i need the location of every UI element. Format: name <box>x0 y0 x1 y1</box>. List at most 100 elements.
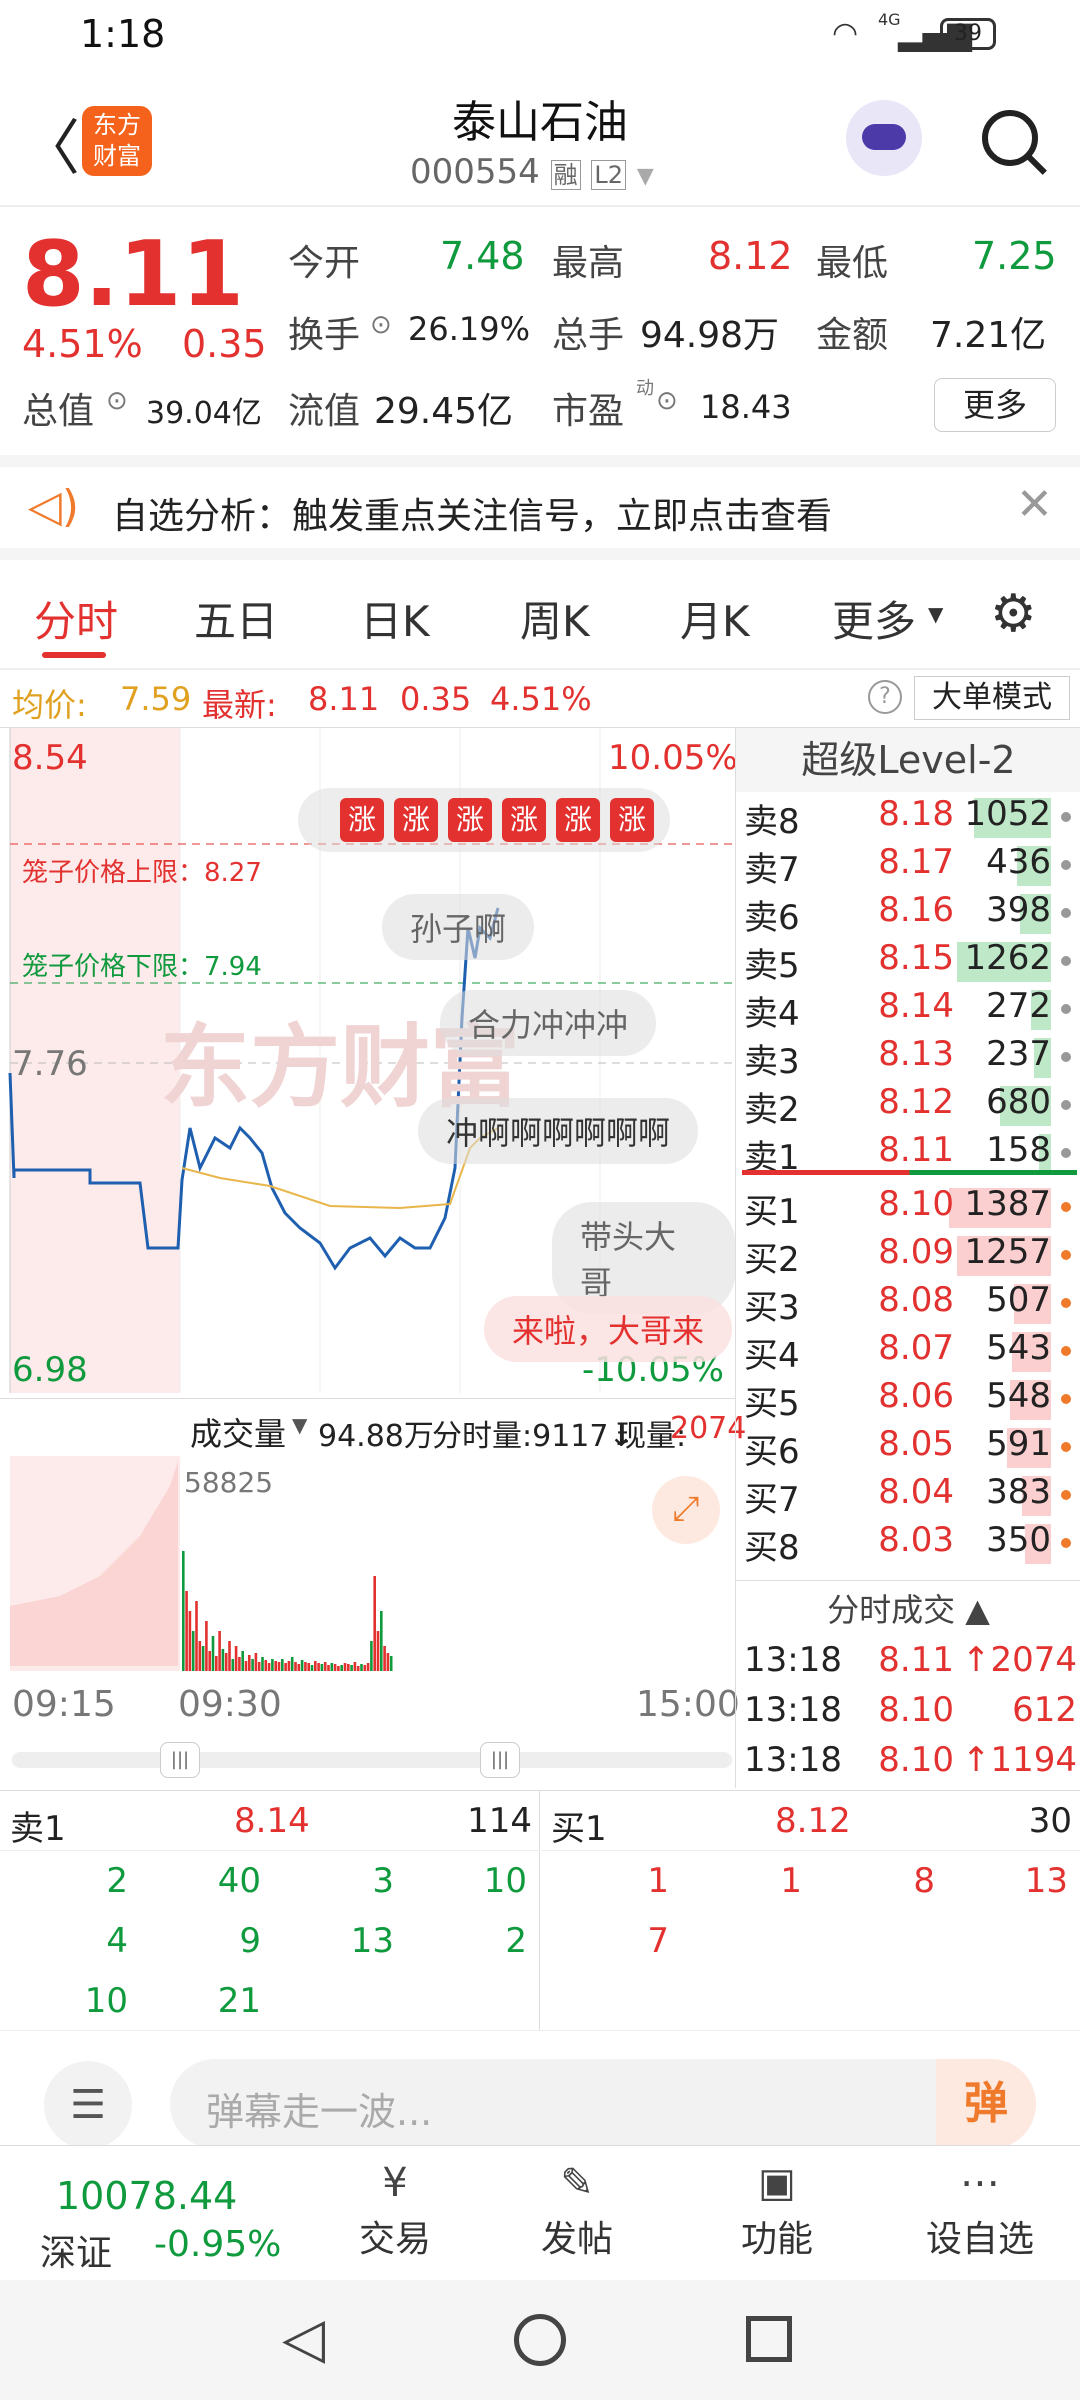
level-name: 卖4 <box>744 994 800 1034</box>
danmu-bubble: 来啦，大哥来 <box>484 1296 733 1362</box>
bid-row[interactable]: 买6 8.05 591 <box>736 1424 1080 1472</box>
function-button[interactable]: ▣ 功能 <box>712 2146 842 2281</box>
bid-row[interactable]: 买1 8.10 1387 <box>736 1184 1080 1232</box>
tab-day-k[interactable]: 日K <box>360 588 430 649</box>
level-price: 8.12 <box>878 1082 954 1122</box>
volume-bar <box>314 1661 317 1671</box>
level-volume: 158 <box>986 1130 1051 1170</box>
help-icon[interactable]: ? <box>868 680 902 714</box>
post-button[interactable]: ✎ 发帖 <box>512 2146 642 2281</box>
nav-back-icon[interactable]: ◁ <box>282 2306 325 2371</box>
volume-bar <box>191 1631 195 1671</box>
close-icon[interactable]: ✕ <box>1016 479 1053 530</box>
ask-row[interactable]: 卖7 8.17 436 <box>736 842 1080 890</box>
danmu-input[interactable]: 弹幕走一波... 弹 <box>170 2059 1036 2149</box>
index-name: 深证 <box>40 2233 113 2274</box>
pe-sup: 动 <box>636 378 654 399</box>
sell-queue-header: 卖1 8.14 114 <box>0 1791 540 1851</box>
bid-row[interactable]: 买8 8.03 350 <box>736 1520 1080 1568</box>
range-slider-handle-right[interactable]: ||| <box>480 1742 520 1778</box>
trade-row: 13:18 8.10 ↑1194 <box>736 1740 1080 1788</box>
danmu-send-button[interactable]: 弹 <box>936 2059 1036 2149</box>
trade-time: 13:18 <box>744 1690 842 1730</box>
trades-header[interactable]: 分时成交 ▲ <box>736 1580 1080 1640</box>
tab-month-k[interactable]: 月K <box>680 588 750 649</box>
stock-header: 〈 东方 财富 泰山石油 000554 融 L2 ▼ <box>0 72 1080 207</box>
expand-icon[interactable]: ⤢ <box>652 1476 720 1544</box>
ask-row[interactable]: 卖6 8.16 398 <box>736 890 1080 938</box>
yen-icon: ¥ <box>382 2160 408 2206</box>
wifi-icon: ◠ <box>832 16 859 51</box>
banner-text: 自选分析：触发重点关注信号，立即点击查看 <box>112 496 833 537</box>
info-icon[interactable]: ⊙ <box>656 386 678 416</box>
info-icon[interactable]: ⊙ <box>370 310 392 340</box>
level-volume: 1257 <box>964 1232 1051 1272</box>
ask-row[interactable]: 卖8 8.18 1052 <box>736 794 1080 842</box>
ask-row[interactable]: 卖3 8.13 237 <box>736 1034 1080 1082</box>
tab-fenshi[interactable]: 分时 <box>34 588 118 649</box>
robot-avatar-icon[interactable] <box>846 100 922 176</box>
fen-volume: 分时量:9117↓ <box>432 1419 634 1454</box>
trade-button[interactable]: ¥ 交易 <box>330 2146 460 2281</box>
bottom-toolbar: 10078.44 深证 -0.95% ¥ 交易 ✎ 发帖 ▣ 功能 ⋯ 设自选 <box>0 2145 1080 2280</box>
volume-bar <box>386 1653 390 1671</box>
volume-bar <box>221 1649 225 1671</box>
status-time: 1:18 <box>80 12 166 56</box>
bid-row[interactable]: 买4 8.07 543 <box>736 1328 1080 1376</box>
nav-recents-icon[interactable] <box>746 2316 792 2362</box>
ask-row[interactable]: 卖2 8.12 680 <box>736 1082 1080 1130</box>
danmu-settings-icon[interactable]: ☰ <box>44 2061 132 2149</box>
status-dot <box>1061 1346 1071 1356</box>
index-widget[interactable]: 10078.44 深证 -0.95% <box>0 2146 290 2281</box>
volume-selector[interactable]: 成交量 <box>190 1409 286 1455</box>
ask-row[interactable]: 卖4 8.14 272 <box>736 986 1080 1034</box>
bid-row[interactable]: 买7 8.04 383 <box>736 1472 1080 1520</box>
tab-five-day[interactable]: 五日 <box>194 588 278 649</box>
queue-cell: 13 <box>1024 1861 1068 1901</box>
high-label: 最高 <box>552 243 625 284</box>
intraday-chart[interactable]: 东方财富 8.54 6.98 7.76 10.05% -10.05% 笼子价格上… <box>0 728 738 1398</box>
bid-row[interactable]: 买5 8.06 548 <box>736 1376 1080 1424</box>
bid-row[interactable]: 买2 8.09 1257 <box>736 1232 1080 1280</box>
bid-row[interactable]: 买3 8.08 507 <box>736 1280 1080 1328</box>
volume-bar <box>320 1664 324 1671</box>
level-name: 买2 <box>744 1240 800 1280</box>
volume-bar <box>360 1664 363 1671</box>
nav-home-icon[interactable] <box>514 2314 566 2366</box>
analysis-banner[interactable]: ◁) 自选分析：触发重点关注信号，立即点击查看 ✕ <box>0 455 1080 560</box>
chevron-down-icon: ▼ <box>292 1413 308 1437</box>
volume-bar <box>340 1665 343 1671</box>
volume-bar <box>333 1664 337 1671</box>
gear-icon[interactable]: ⚙ <box>990 584 1037 644</box>
ask-row[interactable]: 卖5 8.15 1262 <box>736 938 1080 986</box>
level2-title[interactable]: 超级Level-2 <box>736 728 1080 792</box>
level-volume: 436 <box>986 842 1051 882</box>
add-watchlist-button[interactable]: ⋯ 设自选 <box>910 2146 1050 2281</box>
range-slider-handle-left[interactable]: ||| <box>160 1742 200 1778</box>
rong-badge: 融 <box>550 160 581 190</box>
trade-row: 13:18 8.10 612 <box>736 1690 1080 1738</box>
time-open: 09:30 <box>178 1684 282 1725</box>
large-order-mode-button[interactable]: 大单模式 <box>914 676 1070 720</box>
range-slider-track[interactable] <box>12 1752 732 1768</box>
tab-more[interactable]: 更多 <box>832 588 916 649</box>
change-amount: 0.35 <box>182 322 267 366</box>
volume-chart[interactable]: 58825 ⤢ <box>0 1456 735 1676</box>
volume-bar <box>244 1661 248 1671</box>
danmu-placeholder: 弹幕走一波... <box>206 2090 433 2134</box>
level-price: 8.07 <box>878 1328 954 1368</box>
tab-week-k[interactable]: 周K <box>520 588 590 649</box>
low-label: 最低 <box>816 243 889 284</box>
stock-code-row[interactable]: 000554 融 L2 ▼ <box>410 152 654 192</box>
time-end: 15:00 <box>636 1684 740 1725</box>
more-button[interactable]: 更多 <box>934 378 1056 432</box>
level-volume: 591 <box>986 1424 1051 1464</box>
amount-label: 金额 <box>816 315 889 356</box>
status-dot <box>1061 1004 1071 1014</box>
status-dot <box>1061 1202 1071 1212</box>
buy-queue-price: 8.12 <box>775 1801 851 1841</box>
danmu-bubble: 孙子啊 <box>382 894 535 960</box>
info-icon[interactable]: ⊙ <box>106 386 128 416</box>
add-watchlist-label: 设自选 <box>925 2219 1034 2260</box>
danmu-bubble: 合力冲冲冲 <box>440 990 657 1056</box>
